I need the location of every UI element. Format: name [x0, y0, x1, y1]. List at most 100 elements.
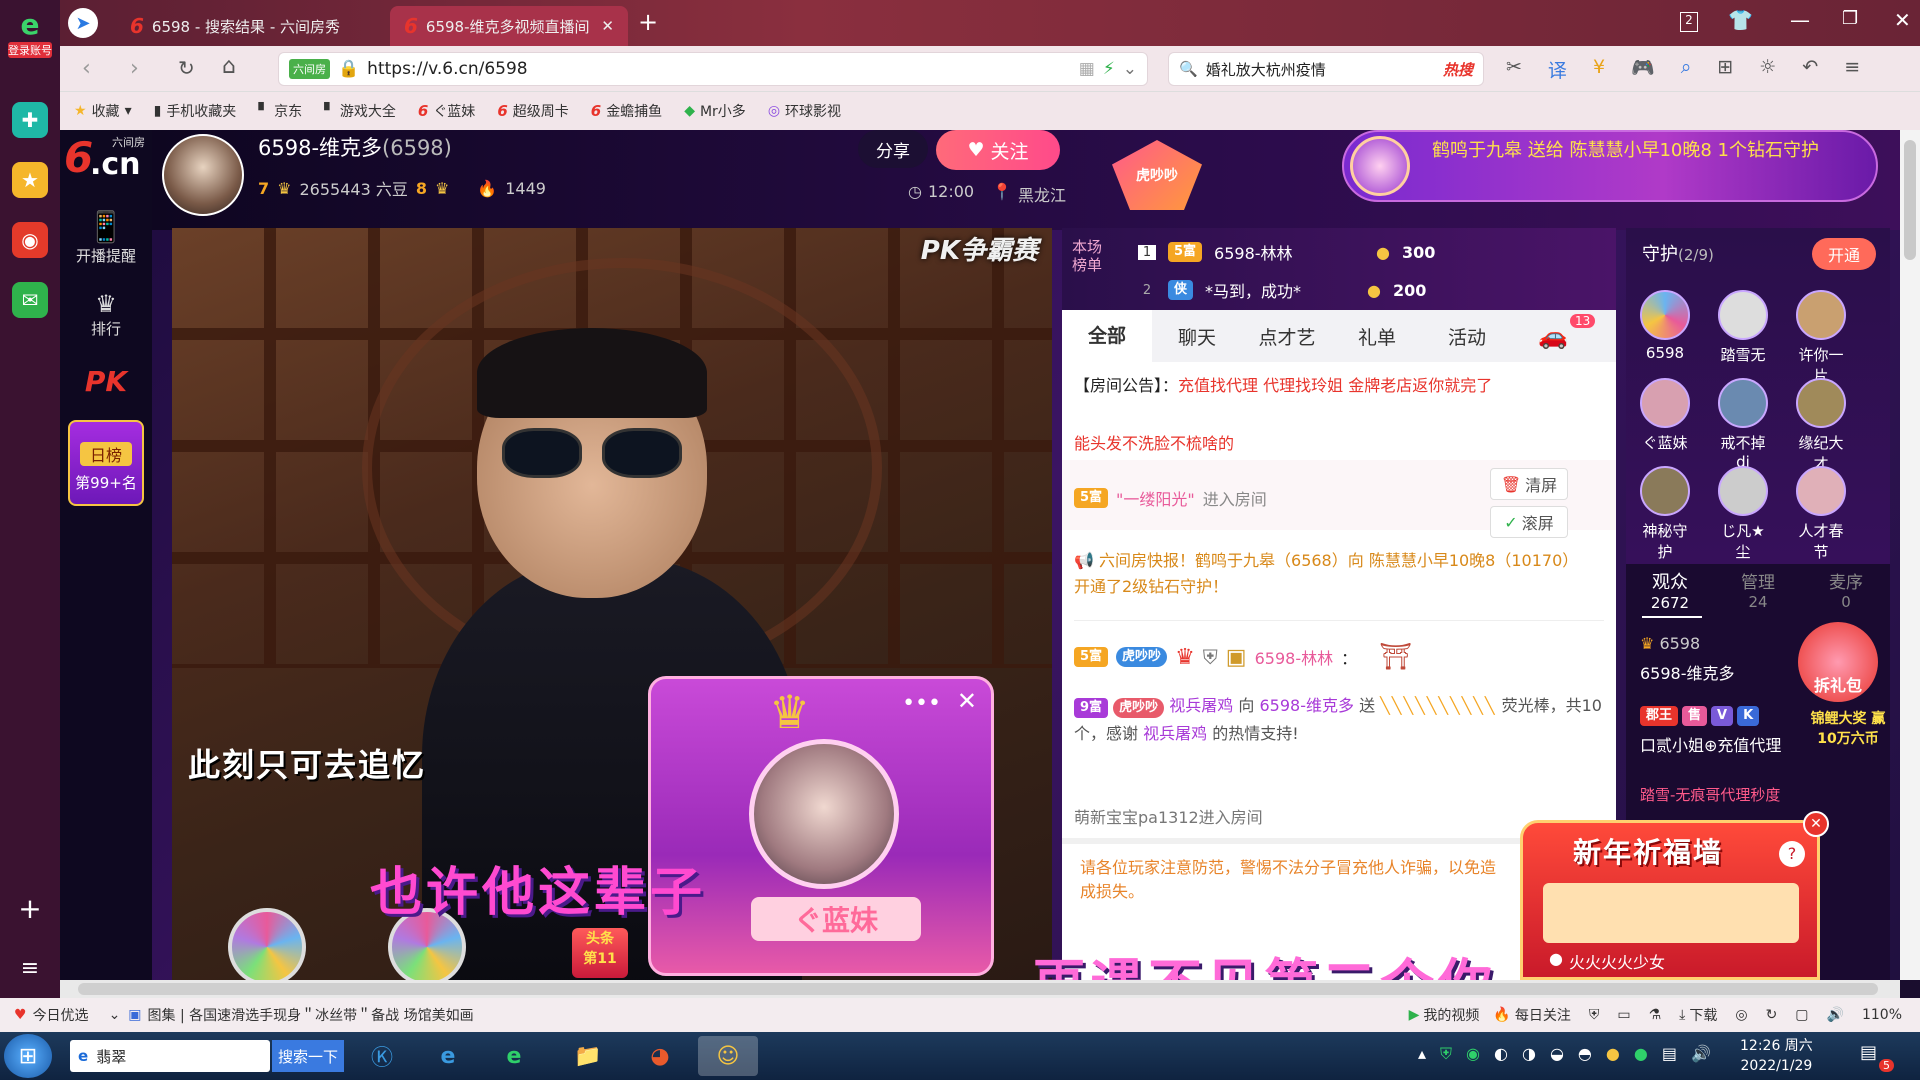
app-tray-icon[interactable]: ◐ — [1494, 1044, 1508, 1064]
more-icon[interactable]: ••• — [902, 691, 941, 716]
bookmark-item[interactable]: 6 金蟾捕鱼 — [591, 101, 662, 121]
daily-follow[interactable]: 每日关注 — [1515, 1005, 1571, 1025]
leaderboard-row[interactable]: 2 侠 *马到，成功* ● 200 — [1138, 278, 1426, 302]
guard-member[interactable]: 踏雪无 — [1714, 290, 1772, 365]
translate-icon[interactable]: 译 — [1548, 56, 1567, 83]
bookmark-item[interactable]: ▘ 京东 — [258, 101, 302, 121]
apps-grid-icon[interactable]: ⊞ — [1717, 56, 1733, 83]
undo-icon[interactable]: ↶ — [1802, 56, 1818, 83]
bookmark-item[interactable]: ◆ Mr小多 — [684, 101, 746, 121]
app-tray-icon[interactable]: ◒ — [1550, 1044, 1564, 1064]
maximize-icon[interactable]: ❐ — [1842, 8, 1858, 29]
active-app-icon[interactable]: ☺ — [698, 1036, 758, 1076]
speed-icon[interactable]: ⚡ — [1103, 59, 1115, 79]
url-field[interactable]: 六间房 🔒 https://v.6.cn/6598 ▦ ⚡ ⌄ — [278, 52, 1148, 86]
add-icon[interactable]: + — [12, 890, 48, 926]
close-window-icon[interactable]: ✕ — [1894, 8, 1911, 32]
k-app-icon[interactable]: Ⓚ — [352, 1036, 412, 1076]
taskbar-search-button[interactable]: 搜索一下 — [272, 1040, 344, 1072]
close-popup-icon[interactable]: ✕ — [1803, 811, 1829, 837]
tab-events[interactable]: 活动 — [1422, 310, 1512, 362]
bookmark-item[interactable]: ◎ 环球影视 — [768, 101, 841, 121]
anchor-popup-card[interactable]: ••• ✕ ♛ ぐ蓝妹 — [648, 676, 994, 976]
tab-search-results[interactable]: 6 6598 - 搜索结果 - 六间房秀 — [116, 6, 376, 46]
game-icon[interactable]: ◎ — [1735, 1007, 1747, 1023]
search-value[interactable]: 翡翠 — [96, 1046, 126, 1067]
clear-screen-button[interactable]: 🗑 清屏 — [1490, 468, 1568, 500]
url-text[interactable]: https://v.6.cn/6598 — [367, 59, 527, 79]
plugin-icon[interactable]: ✚ — [12, 102, 48, 138]
tab-gifts[interactable]: 礼单 — [1332, 310, 1422, 362]
login-label[interactable]: 登录账号 — [8, 42, 52, 58]
image-icon[interactable]: ▭ — [1617, 1007, 1630, 1023]
anchor-avatar[interactable] — [162, 134, 244, 216]
fortune-wall-popup[interactable]: 新年祈福墙 ? ✕ ● 火火火火少女 — [1520, 811, 1829, 980]
scroll-thumb[interactable] — [1904, 140, 1916, 260]
start-button[interactable]: ⊞ — [4, 1034, 52, 1078]
mail-icon[interactable]: ✉ — [12, 282, 48, 318]
clock[interactable]: 12:26 周六 2022/1/29 — [1740, 1036, 1813, 1076]
chevron-down-icon[interactable]: ⌄ — [1123, 59, 1137, 79]
back-icon[interactable]: ‹ — [82, 56, 91, 81]
red-pack-button[interactable]: 拆礼包 — [1798, 622, 1878, 702]
target-name[interactable]: 6598-维克多 — [1259, 696, 1354, 715]
nav-remind[interactable]: 📱 开播提醒 — [60, 210, 152, 266]
user-name[interactable]: 6598-林林 — [1255, 645, 1334, 669]
refresh-icon[interactable]: ↻ — [178, 56, 195, 80]
search-box[interactable]: 🔍 婚礼放大杭州疫情 热搜 — [1168, 52, 1484, 86]
leaderboard-row[interactable]: 1 5富 6598-林林 ● 300 — [1138, 240, 1435, 264]
guard-member[interactable]: 缘纪大才 — [1792, 378, 1850, 474]
360-browser-icon[interactable]: e — [484, 1036, 544, 1076]
nav-rank[interactable]: ♛ 排行 — [60, 290, 152, 339]
video-player[interactable]: PK争霸赛 此刻只可去追忆 也许他这辈子 头条 第11 ••• ✕ ♛ ぐ蓝妹 — [172, 228, 1052, 980]
open-guard-button[interactable]: 开通 — [1812, 238, 1876, 270]
refresh-icon[interactable]: ↻ — [1766, 1007, 1778, 1023]
coin-icon[interactable]: ¥ — [1593, 56, 1605, 83]
bookmark-item[interactable]: 6 超级周卡 — [497, 101, 568, 121]
home-icon[interactable]: ⌂ — [222, 54, 236, 79]
scroll-lock-button[interactable]: ✓ 滚屏 — [1490, 506, 1568, 538]
tab-admin[interactable]: 管理 24 — [1714, 568, 1802, 611]
window-count[interactable]: 2 — [1680, 12, 1698, 32]
car-icon[interactable]: 🚗 — [1538, 322, 1568, 350]
tray-up-icon[interactable]: ▴ — [1418, 1044, 1426, 1064]
share-button[interactable]: 分享 — [858, 130, 928, 168]
menu-list-icon[interactable]: ≡ — [12, 950, 48, 986]
vertical-scrollbar[interactable] — [1900, 130, 1920, 980]
audience-user-name[interactable]: 踏雪-无痕哥代理秒度 — [1640, 784, 1780, 805]
favorites-star-icon[interactable]: ★ — [12, 162, 48, 198]
new-tab-icon[interactable]: + — [638, 8, 658, 36]
360-icon[interactable]: ◉ — [1466, 1044, 1480, 1064]
dropper-icon[interactable]: ⚗ — [1649, 1007, 1662, 1023]
guard-member[interactable]: 神秘守护 — [1636, 466, 1694, 562]
user-name[interactable]: 视兵屠鸡 — [1143, 724, 1207, 743]
window-icon[interactable]: ▢ — [1795, 1007, 1808, 1023]
volume-icon[interactable]: 🔊 — [1827, 1007, 1844, 1023]
guard-member[interactable]: 人才春节 — [1792, 466, 1850, 562]
horizontal-scrollbar[interactable] — [60, 980, 1900, 998]
audience-user-name[interactable]: 6598-维克多 — [1640, 660, 1735, 684]
bookmark-favorites[interactable]: ★ 收藏 ▾ — [74, 101, 132, 121]
tab-mic-queue[interactable]: 麦序 0 — [1802, 568, 1890, 611]
close-tab-icon[interactable]: ✕ — [601, 17, 614, 35]
browser-logo[interactable]: e 登录账号 — [8, 8, 52, 60]
qq-icon[interactable]: ● — [1606, 1044, 1620, 1064]
bookmark-item[interactable]: ▮ 手机收藏夹 — [154, 101, 237, 121]
scroll-thumb[interactable] — [78, 983, 1878, 995]
audience-user[interactable]: ♛ 6598 — [1640, 634, 1700, 653]
bookmark-item[interactable]: ▘ 游戏大全 — [324, 101, 396, 121]
wechat-icon[interactable]: ● — [1634, 1044, 1648, 1064]
fortune-user[interactable]: ● 火火火火少女 — [1549, 949, 1665, 973]
tab-all[interactable]: 全部 — [1062, 310, 1152, 362]
app-tray-icon[interactable]: ◑ — [1522, 1044, 1536, 1064]
headline-badge[interactable]: 头条 第11 — [572, 928, 628, 978]
user-name[interactable]: 视兵屠鸡 — [1169, 696, 1233, 715]
guard-member[interactable]: じ凡★尘 — [1714, 466, 1772, 562]
search-text[interactable]: 婚礼放大杭州疫情 — [1206, 59, 1326, 80]
guard-member[interactable]: 6598 — [1636, 290, 1694, 362]
theme-sun-icon[interactable]: ☼ — [1759, 56, 1776, 83]
network-icon[interactable]: ▤ — [1662, 1044, 1677, 1064]
nav-pk[interactable]: PK — [60, 365, 152, 398]
game-icon[interactable]: 🎮 — [1631, 56, 1655, 83]
notification-icon[interactable]: ▤ 5 — [1860, 1042, 1894, 1072]
